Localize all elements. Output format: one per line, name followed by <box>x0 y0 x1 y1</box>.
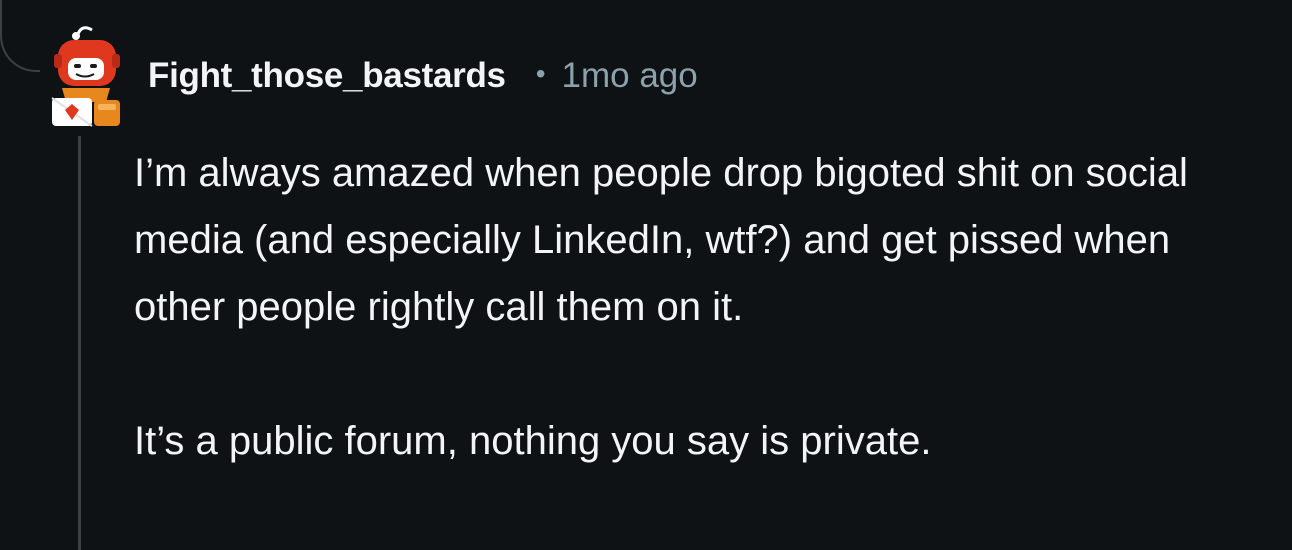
user-avatar[interactable] <box>48 24 128 128</box>
meta-separator: • <box>535 58 546 89</box>
comment-meta: Fight_those_bastards • 1mo ago <box>148 54 698 98</box>
comment-paragraph: I’m always amazed when people drop bigot… <box>134 151 1188 329</box>
username-link[interactable]: Fight_those_bastards <box>148 56 506 96</box>
comment-paragraph: It’s a public forum, nothing you say is … <box>134 419 932 463</box>
thread-connector <box>0 0 40 72</box>
comment-body: I’m always amazed when people drop bigot… <box>134 140 1254 475</box>
timestamp-link[interactable]: 1mo ago <box>562 56 698 96</box>
thread-line[interactable] <box>78 136 81 550</box>
snoo-robot-avatar-icon <box>51 26 120 127</box>
comment: Fight_those_bastards • 1mo ago I’m alway… <box>0 0 1292 550</box>
